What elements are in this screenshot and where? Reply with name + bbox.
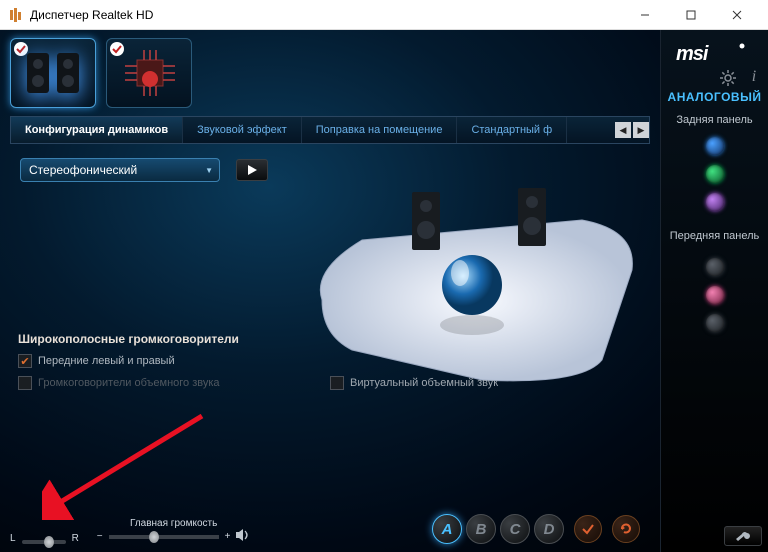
- checkbox-icon: [18, 354, 32, 368]
- front-panel-label: Передняя панель: [670, 230, 760, 242]
- preset-c-button[interactable]: C: [500, 514, 530, 544]
- speaker-stage: [302, 170, 642, 390]
- app-body: Конфигурация динамиков Звуковой эффект П…: [0, 30, 768, 552]
- msi-logo: msi: [670, 40, 760, 66]
- annotation-arrow: [42, 410, 222, 520]
- checkbox-icon: [18, 376, 32, 390]
- right-speaker-icon: [518, 188, 546, 246]
- svg-text:msi: msi: [676, 43, 709, 65]
- virtual-surround-label: Виртуальный объемный звук: [350, 377, 498, 389]
- device-digital[interactable]: [106, 38, 192, 108]
- surround-label: Громкоговорители объемного звука: [38, 377, 220, 389]
- advanced-settings-button[interactable]: [724, 526, 762, 546]
- tab-bar: Конфигурация динамиков Звуковой эффект П…: [10, 116, 650, 144]
- tab-sound-effect[interactable]: Звуковой эффект: [183, 117, 302, 143]
- device-selector-strip: [10, 34, 650, 116]
- maximize-button[interactable]: [668, 0, 714, 30]
- preset-b-button[interactable]: B: [466, 514, 496, 544]
- check-icon: [581, 522, 595, 536]
- chip-icon: [119, 48, 179, 98]
- close-button[interactable]: [714, 0, 760, 30]
- settings-icon[interactable]: [720, 70, 736, 86]
- preset-buttons: A B C D: [432, 514, 640, 544]
- tab-next-button[interactable]: ▶: [633, 122, 649, 138]
- window-title: Диспетчер Realtek HD: [30, 8, 622, 22]
- balance-left-label: L: [10, 533, 16, 544]
- play-icon: [246, 164, 258, 176]
- apply-button[interactable]: [574, 515, 602, 543]
- checkbox-icon: [330, 376, 344, 390]
- volume-plus[interactable]: +: [225, 531, 231, 542]
- io-mode-title: АНАЛОГОВЫЙ: [668, 90, 762, 104]
- front-lr-label: Передние левый и правый: [38, 355, 175, 367]
- device-speakers[interactable]: [10, 38, 96, 108]
- jack-front-spare[interactable]: [706, 314, 724, 332]
- jack-line-out[interactable]: [706, 165, 724, 183]
- jack-line-in[interactable]: [706, 137, 724, 155]
- volume-minus[interactable]: −: [97, 531, 103, 542]
- app-icon: [8, 7, 24, 23]
- jack-mic[interactable]: [706, 193, 724, 211]
- title-bar: Диспетчер Realtek HD: [0, 0, 768, 30]
- reset-button[interactable]: [612, 515, 640, 543]
- mute-icon[interactable]: [236, 529, 250, 544]
- tab-speaker-config[interactable]: Конфигурация динамиков: [11, 117, 183, 143]
- main-volume-label: Главная громкость: [130, 518, 217, 529]
- tab-prev-button[interactable]: ◀: [615, 122, 631, 138]
- test-play-button[interactable]: [236, 159, 268, 181]
- balance-slider-group: L R: [10, 533, 79, 544]
- speaker-mode-value: Стереофонический: [29, 163, 137, 177]
- virtual-surround-row[interactable]: Виртуальный объемный звук: [330, 376, 498, 390]
- speaker-mode-dropdown[interactable]: Стереофонический: [20, 158, 220, 182]
- preset-a-button[interactable]: A: [432, 514, 462, 544]
- balance-right-label: R: [72, 533, 79, 544]
- jack-front-hp[interactable]: [706, 258, 724, 276]
- main-panel: Конфигурация динамиков Звуковой эффект П…: [0, 30, 660, 552]
- preset-d-button[interactable]: D: [534, 514, 564, 544]
- wrench-icon: [735, 530, 751, 542]
- volume-slider[interactable]: [109, 535, 219, 539]
- tab-scroll: ◀ ▶: [613, 122, 649, 138]
- minimize-button[interactable]: [622, 0, 668, 30]
- main-volume-group: Главная громкость − +: [97, 518, 251, 544]
- balance-slider[interactable]: [22, 540, 66, 544]
- refresh-icon: [619, 522, 633, 536]
- volume-thumb[interactable]: [149, 531, 159, 543]
- left-speaker-icon: [412, 192, 440, 250]
- rear-panel-label: Задняя панель: [676, 114, 752, 126]
- panel-tool-icons: i: [667, 70, 762, 86]
- window-controls: [622, 0, 760, 30]
- tab-default-format[interactable]: Стандартный ф: [457, 117, 567, 143]
- right-panel: msi i АНАЛОГОВЫЙ Задняя панель Передняя …: [660, 30, 768, 552]
- tab-room-correction[interactable]: Поправка на помещение: [302, 117, 458, 143]
- balance-thumb[interactable]: [44, 536, 54, 548]
- info-icon[interactable]: i: [746, 70, 762, 86]
- jack-front-mic[interactable]: [706, 286, 724, 304]
- bottom-controls: L R Главная громкость − + A B C D: [10, 506, 650, 544]
